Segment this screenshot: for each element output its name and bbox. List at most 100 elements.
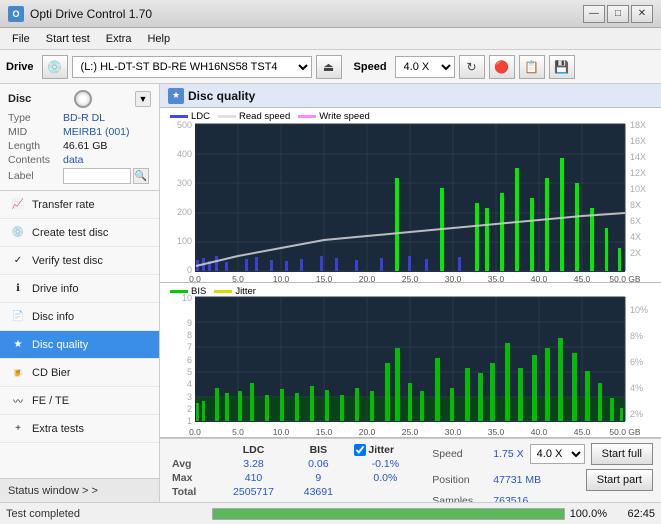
svg-text:40.0: 40.0 xyxy=(531,274,548,283)
sidebar-item-label-disc-quality: Disc quality xyxy=(32,339,88,351)
sidebar-item-disc-info[interactable]: 📄 Disc info xyxy=(0,303,159,331)
window-controls: — □ ✕ xyxy=(583,5,653,23)
refresh-button[interactable]: ↻ xyxy=(459,55,485,79)
minimize-button[interactable]: — xyxy=(583,5,605,23)
sidebar-item-fe-te[interactable]: 〰 FE / TE xyxy=(0,387,159,415)
label-browse-button[interactable]: 🔍 xyxy=(133,168,149,184)
settings-button1[interactable]: 🔴 xyxy=(489,55,515,79)
avg-row-label: Avg xyxy=(168,457,217,471)
position-value: 47731 MB xyxy=(493,474,541,486)
write-speed-legend: Write speed xyxy=(298,111,370,122)
write-speed-legend-color xyxy=(298,115,316,118)
sidebar-item-verify-test-disc[interactable]: ✓ Verify test disc xyxy=(0,247,159,275)
svg-text:1: 1 xyxy=(187,416,192,426)
speed-label: Speed xyxy=(354,61,387,73)
menu-help[interactable]: Help xyxy=(139,31,178,47)
avg-bis: 0.06 xyxy=(290,457,346,471)
status-text: Test completed xyxy=(6,508,204,520)
max-ldc: 410 xyxy=(217,471,291,485)
drive-info-icon: ℹ xyxy=(10,281,26,297)
jitter-legend-label: Jitter xyxy=(235,286,256,297)
chart-header-icon: ★ xyxy=(168,88,184,104)
max-row-label: Max xyxy=(168,471,217,485)
jitter-checkbox[interactable] xyxy=(354,444,366,456)
disc-icon xyxy=(74,90,92,108)
maximize-button[interactable]: □ xyxy=(607,5,629,23)
stats-right-panel: Speed 1.75 X 4.0 X Start full Position 4… xyxy=(432,443,653,502)
speed-stat-selector[interactable]: 4.0 X xyxy=(530,444,585,464)
svg-text:16X: 16X xyxy=(630,136,646,146)
svg-text:100: 100 xyxy=(177,236,192,246)
label-label: Label xyxy=(8,170,63,182)
speed-stat-label: Speed xyxy=(432,448,487,460)
samples-label: Samples xyxy=(432,495,487,502)
speed-selector[interactable]: 4.0 X xyxy=(395,56,455,78)
speed-row: Speed 1.75 X 4.0 X Start full xyxy=(432,443,653,465)
svg-text:30.0: 30.0 xyxy=(445,274,462,283)
samples-row: Samples 763516 xyxy=(432,495,653,502)
read-speed-legend-label: Read speed xyxy=(239,111,290,122)
svg-text:200: 200 xyxy=(177,207,192,217)
sidebar-item-label-extra-tests: Extra tests xyxy=(32,423,84,435)
eject-button[interactable]: ⏏ xyxy=(316,55,342,79)
start-part-button[interactable]: Start part xyxy=(586,469,653,491)
sidebar: Disc ▼ Type BD-R DL MID MEIRB1 (001) Len… xyxy=(0,84,160,502)
svg-text:45.0: 45.0 xyxy=(574,427,591,437)
start-full-button[interactable]: Start full xyxy=(591,443,653,465)
bis-legend-label: BIS xyxy=(191,286,206,297)
total-row-label: Total xyxy=(168,485,217,499)
position-label: Position xyxy=(432,474,487,486)
stats-bar: LDC BIS Jitter Avg 3.28 xyxy=(160,438,661,502)
charts-container: LDC Read speed Write speed xyxy=(160,108,661,502)
app-icon: O xyxy=(8,6,24,22)
disc-section-title: Disc xyxy=(8,93,31,105)
svg-text:10%: 10% xyxy=(630,305,648,315)
svg-text:35.0: 35.0 xyxy=(488,274,505,283)
menu-file[interactable]: File xyxy=(4,31,38,47)
sidebar-item-label-fe-te: FE / TE xyxy=(32,395,69,407)
close-button[interactable]: ✕ xyxy=(631,5,653,23)
svg-text:2%: 2% xyxy=(630,409,643,419)
svg-text:35.0: 35.0 xyxy=(488,427,505,437)
sidebar-item-transfer-rate[interactable]: 📈 Transfer rate xyxy=(0,191,159,219)
position-row: Position 47731 MB Start part xyxy=(432,469,653,491)
sidebar-item-create-test-disc[interactable]: 💿 Create test disc xyxy=(0,219,159,247)
drive-selector[interactable]: (L:) HL-DT-ST BD-RE WH16NS58 TST4 xyxy=(72,56,312,78)
transfer-rate-icon: 📈 xyxy=(10,197,26,213)
disc-action-button[interactable]: ▼ xyxy=(135,91,151,107)
sidebar-item-label-verify-test-disc: Verify test disc xyxy=(32,255,103,267)
bottom-legend: BIS Jitter xyxy=(170,286,256,297)
svg-text:6X: 6X xyxy=(630,216,641,226)
svg-text:3: 3 xyxy=(187,392,192,402)
jitter-column-header: Jitter xyxy=(368,444,394,456)
ldc-legend: LDC xyxy=(170,111,210,122)
drive-toolbar: Drive 💿 (L:) HL-DT-ST BD-RE WH16NS58 TST… xyxy=(0,50,661,84)
sidebar-item-disc-quality[interactable]: ★ Disc quality xyxy=(0,331,159,359)
svg-text:14X: 14X xyxy=(630,152,646,162)
svg-text:6%: 6% xyxy=(630,357,643,367)
menu-extra[interactable]: Extra xyxy=(98,31,140,47)
nav-items: 📈 Transfer rate 💿 Create test disc ✓ Ver… xyxy=(0,191,159,478)
ldc-legend-color xyxy=(170,115,188,118)
jitter-legend-color xyxy=(214,290,232,293)
svg-text:20.0: 20.0 xyxy=(359,427,376,437)
avg-ldc: 3.28 xyxy=(217,457,291,471)
read-speed-legend: Read speed xyxy=(218,111,290,122)
sidebar-item-drive-info[interactable]: ℹ Drive info xyxy=(0,275,159,303)
sidebar-item-cd-bier[interactable]: 🍺 CD Bier xyxy=(0,359,159,387)
total-bis: 43691 xyxy=(290,485,346,499)
drive-icon-button[interactable]: 💿 xyxy=(42,55,68,79)
menu-start-test[interactable]: Start test xyxy=(38,31,98,47)
verify-test-disc-icon: ✓ xyxy=(10,253,26,269)
svg-text:50.0 GB: 50.0 GB xyxy=(609,274,641,283)
status-window-button[interactable]: Status window > > xyxy=(0,478,159,502)
sidebar-item-extra-tests[interactable]: + Extra tests xyxy=(0,415,159,443)
fe-te-icon: 〰 xyxy=(10,393,26,409)
settings-button2[interactable]: 📋 xyxy=(519,55,545,79)
contents-value: data xyxy=(63,154,83,166)
bis-legend-color xyxy=(170,290,188,293)
mid-value: MEIRB1 (001) xyxy=(63,126,130,138)
save-button[interactable]: 💾 xyxy=(549,55,575,79)
svg-text:4: 4 xyxy=(187,379,192,389)
label-input[interactable] xyxy=(63,168,131,184)
